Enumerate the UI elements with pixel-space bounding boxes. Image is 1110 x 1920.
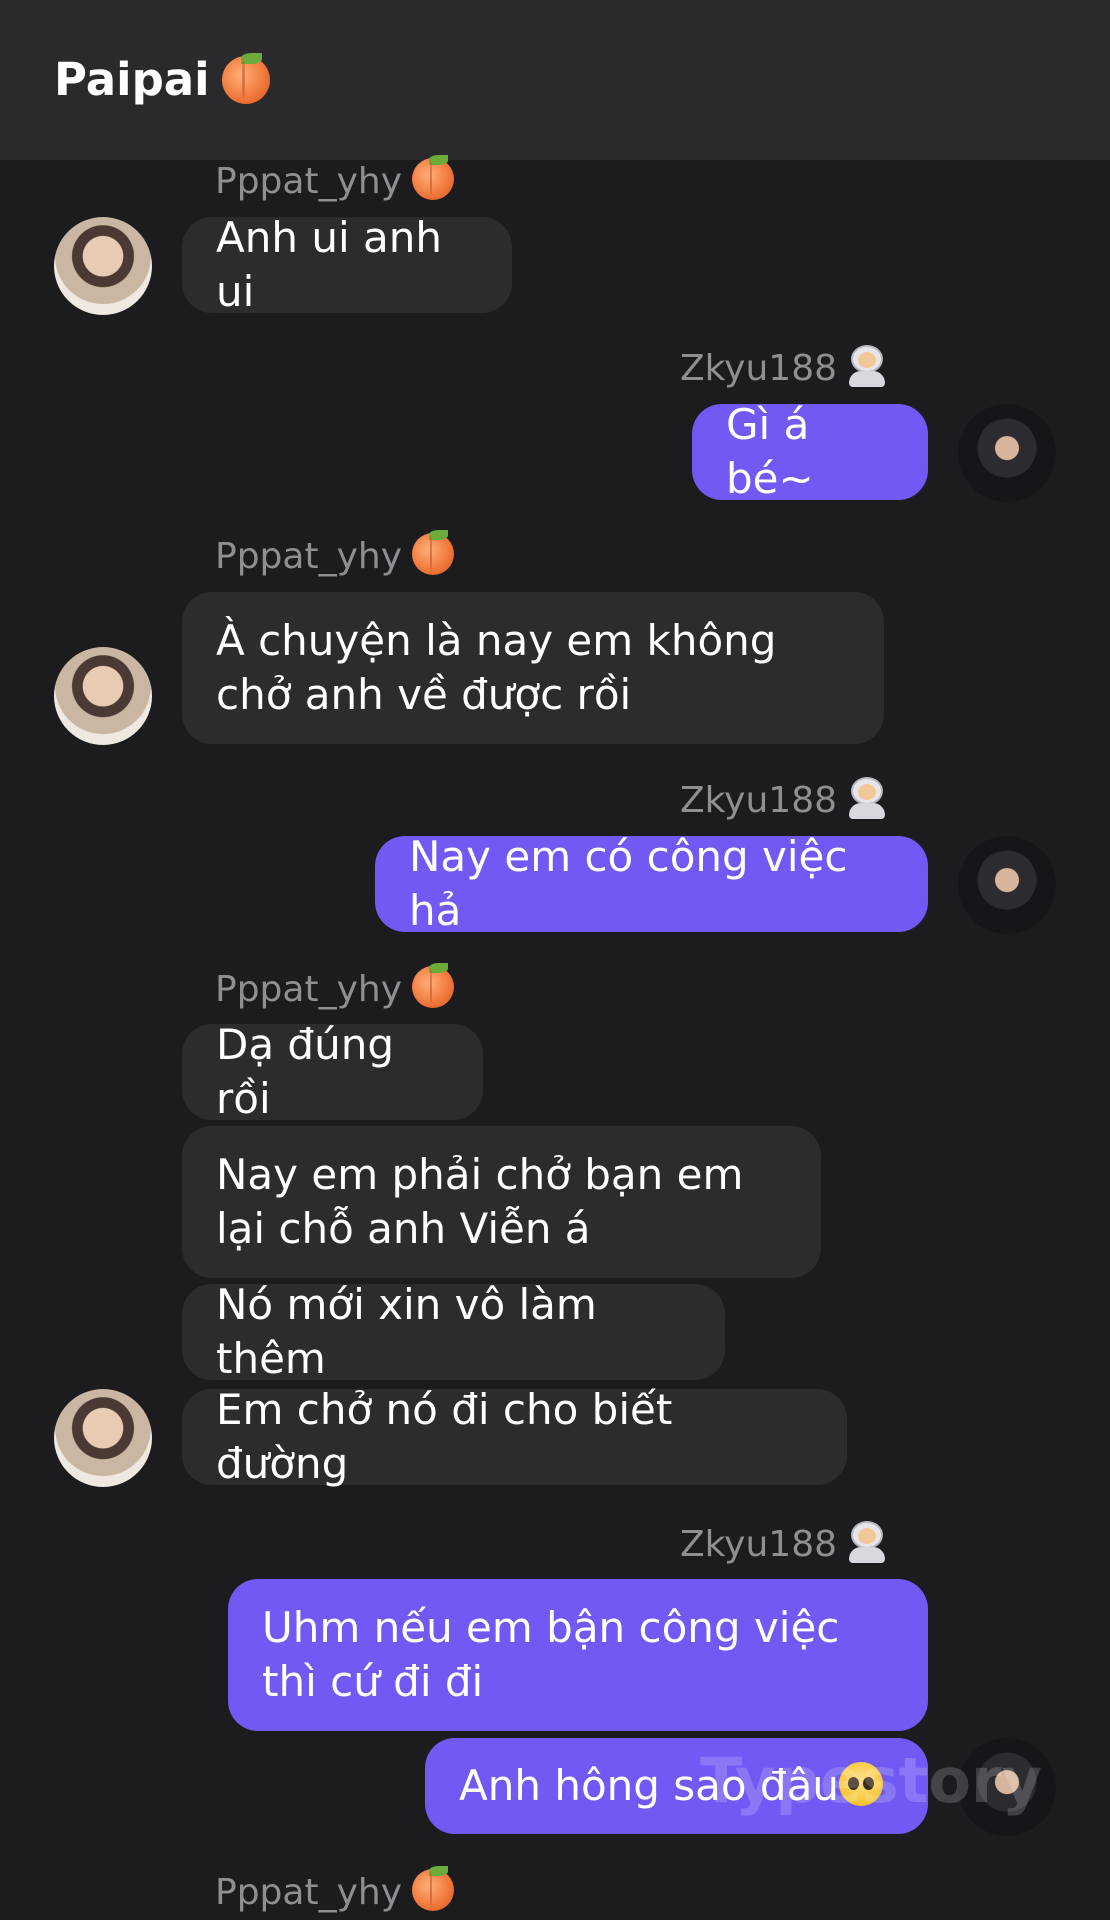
message-text: Dạ đúng rồi: [216, 1020, 394, 1123]
peach-icon: [221, 53, 270, 104]
sender-name-me: Zkyu188: [680, 777, 887, 823]
chat-header: Paipai: [0, 0, 1110, 160]
astronaut-icon: [847, 777, 887, 819]
peach-icon: [412, 963, 455, 1008]
message-bubble-incoming[interactable]: Em chở nó đi cho biết đường: [182, 1385, 847, 1488]
astronaut-icon: [847, 1521, 887, 1563]
avatar-me[interactable]: [958, 836, 1056, 934]
avatar-other[interactable]: [54, 217, 152, 315]
message-bubble-incoming[interactable]: Dạ đúng rồi: [182, 1020, 483, 1123]
sender-name-other: Pppat_yhy: [215, 155, 455, 204]
sender-name-other: Pppat_yhy: [215, 1866, 455, 1915]
sender-name-other: Pppat_yhy: [215, 963, 455, 1012]
message-bubble-incoming[interactable]: Anh ui anh ui: [182, 213, 512, 316]
sender-name-me: Zkyu188: [680, 345, 887, 391]
message-text: Nay em phải chở bạn em lại chỗ anh Viễn …: [216, 1150, 744, 1253]
message-bubble-outgoing[interactable]: Gì á bé~: [692, 400, 928, 503]
peach-icon: [412, 155, 455, 200]
peach-icon: [412, 1866, 455, 1911]
sender-name-other: Pppat_yhy: [215, 530, 455, 579]
message-bubble-incoming[interactable]: À chuyện là nay em không chở anh về được…: [182, 592, 884, 744]
message-bubble-outgoing[interactable]: Nay em có công việc hả: [375, 832, 928, 935]
message-text: Anh ui anh ui: [216, 213, 442, 316]
astronaut-icon: [847, 345, 887, 387]
message-text: Nó mới xin vô làm thêm: [216, 1280, 597, 1383]
message-bubble-outgoing[interactable]: Uhm nếu em bận công việc thì cứ đi đi: [228, 1579, 928, 1731]
message-text: Nay em có công việc hả: [409, 832, 848, 935]
avatar-me[interactable]: [958, 404, 1056, 502]
peach-icon: [412, 530, 455, 575]
chat-title-text: Paipai: [54, 53, 210, 106]
message-text: Em chở nó đi cho biết đường: [216, 1385, 673, 1488]
avatar-other[interactable]: [54, 647, 152, 745]
message-text: Uhm nếu em bận công việc thì cứ đi đi: [262, 1603, 840, 1706]
message-bubble-incoming[interactable]: Nay em phải chở bạn em lại chỗ anh Viễn …: [182, 1126, 821, 1278]
message-bubble-incoming[interactable]: Nó mới xin vô làm thêm: [182, 1280, 725, 1383]
sender-name-me: Zkyu188: [680, 1521, 887, 1567]
watermark: Typestory: [700, 1744, 1042, 1817]
message-text: À chuyện là nay em không chở anh về được…: [216, 616, 777, 719]
avatar-other[interactable]: [54, 1389, 152, 1487]
chat-title[interactable]: Paipai: [54, 52, 270, 108]
message-text: Gì á bé~: [726, 400, 814, 503]
